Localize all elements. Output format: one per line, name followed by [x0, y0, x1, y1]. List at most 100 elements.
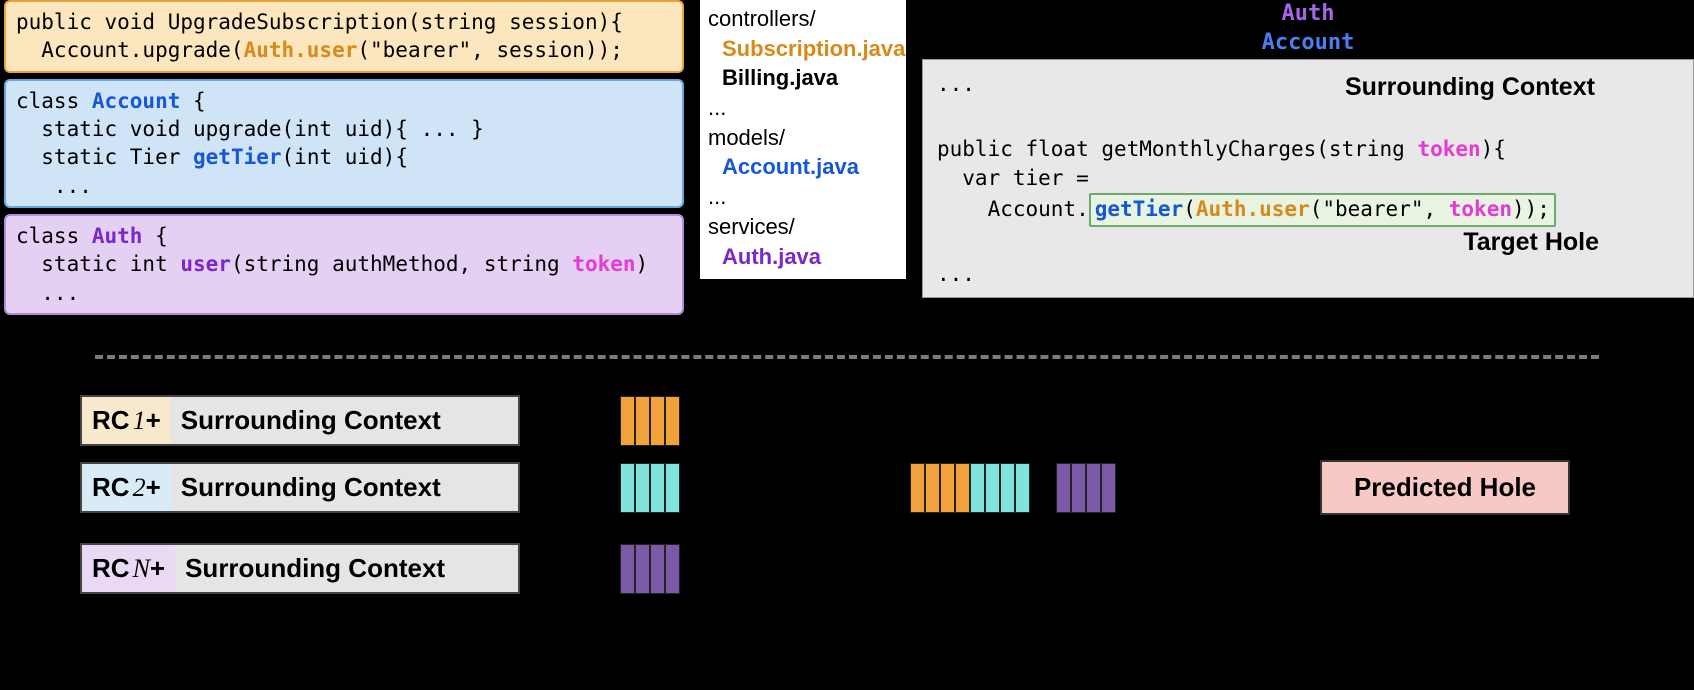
- account-class: Account: [92, 89, 181, 113]
- token-icon: [910, 463, 925, 513]
- token-icon: [1015, 463, 1030, 513]
- hole-bearer: ("bearer",: [1310, 197, 1449, 221]
- code-line: {: [142, 224, 167, 248]
- token-icon: [970, 463, 985, 513]
- token-icon: [665, 396, 680, 446]
- code-subscription: public void UpgradeSubscription(string s…: [4, 0, 684, 73]
- token-param: token: [572, 252, 635, 276]
- code-line: ): [636, 252, 649, 276]
- tokens-rcn: [620, 544, 880, 594]
- code-line: ("bearer", session));: [357, 38, 623, 62]
- rc-index: N: [130, 554, 150, 584]
- code-line: (int uid){: [282, 145, 408, 169]
- token-icon: [665, 544, 680, 594]
- hole-paren: (: [1183, 197, 1196, 221]
- code-line: class: [16, 89, 92, 113]
- token-icon: [635, 463, 650, 513]
- code-line: ...: [16, 281, 79, 305]
- hole-auth-user: Auth.user: [1196, 197, 1310, 221]
- token-icon: [635, 544, 650, 594]
- token-icon: [650, 396, 665, 446]
- token-icon: [665, 463, 680, 513]
- code-line: {: [180, 89, 205, 113]
- token-icon: [1000, 463, 1015, 513]
- rc-index: 2: [130, 473, 146, 503]
- rc-right: Surrounding Context: [175, 545, 518, 592]
- ellipsis: ...: [937, 262, 975, 286]
- token-icon: [620, 544, 635, 594]
- code-line: ){: [1481, 137, 1506, 161]
- bottom-row: RC 1 + Surrounding Context RC 2 + Surrou…: [0, 395, 1694, 594]
- token-icon: [1071, 463, 1086, 513]
- rc-right: Surrounding Context: [171, 464, 518, 511]
- target-hole-label: Target Hole: [937, 225, 1679, 260]
- file-auth: Auth.java: [708, 242, 898, 272]
- token-icon: [620, 396, 635, 446]
- hole-gettier: getTier: [1095, 197, 1184, 221]
- file-subscription: Subscription.java: [708, 34, 898, 64]
- rc-pill-2: RC 2 + Surrounding Context: [80, 462, 520, 513]
- ellipsis: ...: [708, 93, 898, 123]
- code-line: static Tier: [16, 145, 193, 169]
- user-method: user: [180, 252, 231, 276]
- code-line: static int: [16, 252, 180, 276]
- code-line: public void UpgradeSubscription(string s…: [16, 10, 623, 34]
- plus: +: [146, 405, 161, 436]
- token-icon: [650, 544, 665, 594]
- predicted-hole: Predicted Hole: [1320, 460, 1570, 515]
- rc-left: RC N +: [82, 545, 175, 592]
- file-billing: Billing.java: [708, 63, 898, 93]
- dir: controllers/: [708, 4, 898, 34]
- rc-label: RC: [92, 405, 130, 436]
- surrounding-context-header: Surrounding Context: [975, 70, 1635, 105]
- auth-user-call: Auth.user: [244, 38, 358, 62]
- token-icon: [985, 463, 1000, 513]
- retrieved-code-stack: public void UpgradeSubscription(string s…: [4, 0, 684, 315]
- dir: models/: [708, 123, 898, 153]
- token-icon: [1086, 463, 1101, 513]
- code-line: Account.: [937, 197, 1089, 221]
- rc-pill-1: RC 1 + Surrounding Context: [80, 395, 520, 446]
- rc-label: RC: [92, 553, 130, 584]
- rc-index: 1: [130, 406, 146, 436]
- token-icon: [955, 463, 970, 513]
- rc-right: Surrounding Context: [171, 397, 518, 444]
- surrounding-context-card: ...Surrounding Context public float getM…: [922, 59, 1694, 298]
- tokens-rc1: [620, 396, 880, 446]
- token-icon: [650, 463, 665, 513]
- token-icon: [1056, 463, 1071, 513]
- ellipsis: ...: [937, 72, 975, 96]
- plus: +: [146, 472, 161, 503]
- rc-left: RC 2 +: [82, 464, 171, 511]
- code-line: (string authMethod, string: [231, 252, 572, 276]
- horizontal-divider: [95, 355, 1599, 359]
- top-row: public void UpgradeSubscription(string s…: [0, 0, 1694, 315]
- code-line: class: [16, 224, 92, 248]
- auth-class: Auth: [92, 224, 143, 248]
- import-account: Account: [1262, 30, 1355, 55]
- rc-left: RC 1 +: [82, 397, 171, 444]
- tokens-fused: [910, 463, 1290, 513]
- ellipsis: ...: [708, 182, 898, 212]
- token-icon: [940, 463, 955, 513]
- dir: services/: [708, 212, 898, 242]
- token-icon: [620, 463, 635, 513]
- file-tree: controllers/ Subscription.java Billing.j…: [700, 0, 906, 279]
- gettier-method: getTier: [193, 145, 282, 169]
- token-icon: [635, 396, 650, 446]
- import-auth: Auth: [1282, 1, 1335, 26]
- rc-label: RC: [92, 472, 130, 503]
- context-stack: Auth Account ...Surrounding Context publ…: [922, 0, 1694, 298]
- code-line: Account.upgrade(: [16, 38, 244, 62]
- code-line: var tier =: [937, 166, 1089, 190]
- code-auth: class Auth { static int user(string auth…: [4, 214, 684, 315]
- code-line: static void upgrade(int uid){ ... }: [16, 117, 484, 141]
- import-block: Auth Account: [922, 0, 1694, 57]
- hole-end: ));: [1512, 197, 1550, 221]
- token-param: token: [1417, 137, 1480, 161]
- tokens-rc2: [620, 463, 880, 513]
- token-icon: [1101, 463, 1116, 513]
- target-hole-box: getTier(Auth.user("bearer", token));: [1089, 193, 1556, 226]
- file-account: Account.java: [708, 152, 898, 182]
- hole-token: token: [1449, 197, 1512, 221]
